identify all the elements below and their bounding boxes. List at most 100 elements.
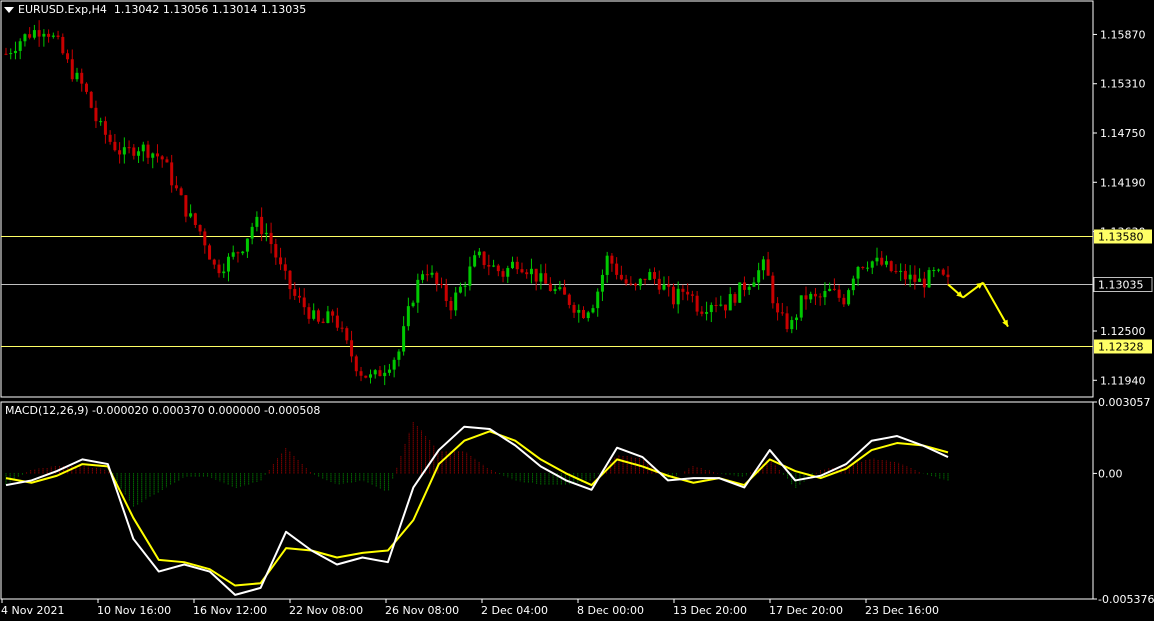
time-axis-label: 8 Dec 00:00 (577, 604, 644, 617)
candle-body (946, 274, 950, 278)
candle-body (866, 267, 870, 269)
candle-body (146, 144, 150, 158)
candle-body (610, 255, 614, 264)
candle-body (421, 274, 425, 280)
candle-body (222, 271, 226, 274)
candle-body (170, 162, 174, 186)
candle-body (785, 313, 789, 330)
candle-body (823, 291, 827, 298)
candle-body (913, 274, 917, 282)
candle-body (316, 310, 320, 322)
candle-body (563, 287, 567, 295)
candle-body (321, 321, 325, 323)
candle-body (757, 270, 761, 283)
candle-body (137, 151, 141, 156)
candle-body (283, 264, 287, 271)
candle-body (818, 296, 822, 298)
candle-body (553, 289, 557, 291)
candle-body (577, 309, 581, 313)
candle-body (766, 259, 770, 276)
candle-body (28, 34, 32, 38)
candle-body (880, 257, 884, 265)
ohlc-values: 1.13042 1.13056 1.13014 1.13035 (113, 3, 307, 16)
candle-body (264, 232, 268, 235)
candle-body (118, 150, 122, 155)
candle-body (496, 265, 500, 272)
candle-body (179, 188, 183, 196)
candle-body (430, 272, 434, 275)
candle-body (61, 36, 65, 54)
candle-body (899, 270, 903, 272)
candle-body (326, 311, 330, 323)
candle-body (383, 372, 387, 377)
candle-body (127, 147, 131, 149)
candle-body (861, 266, 865, 268)
candle-body (255, 216, 259, 227)
trading-chart-window: 1.158701.153101.147501.141901.136301.125… (0, 0, 1154, 621)
candle-body (908, 274, 912, 280)
candle-body (293, 289, 297, 296)
candle-body (804, 295, 808, 300)
candle-body (18, 41, 22, 51)
forecast-arrow-segment (982, 282, 1009, 328)
candle-body (918, 278, 922, 282)
candle-body (657, 278, 661, 290)
level-label-current: 1.13035 (1098, 279, 1144, 292)
candle-body (411, 302, 415, 307)
candle-body (922, 278, 926, 288)
candle-body (458, 286, 462, 293)
candle-body (165, 159, 169, 163)
candle-body (141, 144, 145, 152)
candle-body (529, 268, 533, 275)
candle-body (454, 292, 458, 311)
candle-body (813, 293, 817, 297)
time-axis-label: 10 Nov 16:00 (97, 604, 171, 617)
candle-body (837, 289, 841, 298)
candle-body (208, 245, 212, 260)
candle-body (534, 268, 538, 282)
candle-body (331, 311, 335, 316)
candle-body (572, 304, 576, 313)
candle-body (392, 359, 396, 370)
candle-body (406, 306, 410, 327)
symbol-menu-icon[interactable] (4, 7, 14, 13)
time-axis-label: 23 Dec 16:00 (865, 604, 939, 617)
candle-body (378, 370, 382, 377)
candle-body (747, 286, 751, 290)
candle-body (671, 286, 675, 305)
candle-body (667, 284, 671, 287)
candle-body (94, 107, 98, 122)
candle-body (32, 30, 36, 38)
candle-body (42, 33, 46, 37)
candle-body (387, 369, 391, 373)
candle-body (809, 293, 813, 300)
candle-body (544, 273, 548, 284)
time-axis-label: 22 Nov 08:00 (289, 604, 363, 617)
candle-body (335, 315, 339, 328)
candle-body (160, 156, 164, 160)
candle-body (624, 279, 628, 284)
candle-body (4, 53, 8, 55)
candle-body (70, 59, 74, 80)
candle-body (690, 294, 694, 296)
candle-body (307, 307, 311, 319)
candles-group (4, 20, 950, 386)
candle-body (728, 294, 732, 311)
price-axis-label: 1.14190 (1100, 176, 1146, 189)
candle-body (629, 283, 633, 285)
candle-body (482, 251, 486, 266)
candle-body (122, 147, 126, 155)
candle-body (13, 50, 17, 54)
candle-body (279, 257, 283, 265)
candle-body (548, 283, 552, 291)
candle-body (397, 351, 401, 360)
candle-body (425, 274, 429, 276)
candle-body (463, 285, 467, 287)
candle-body (894, 271, 898, 273)
candle-body (66, 53, 70, 60)
candle-body (99, 121, 103, 123)
candle-body (511, 261, 515, 269)
candle-body (250, 226, 254, 239)
macd-header: MACD(12,26,9) -0.000020 0.000370 0.00000… (5, 404, 321, 417)
candle-body (274, 244, 278, 258)
